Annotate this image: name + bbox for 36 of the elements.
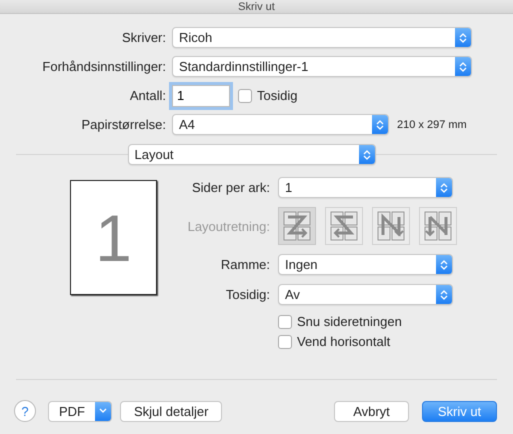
checkbox[interactable]	[238, 88, 252, 102]
stepper-icon	[358, 145, 374, 164]
stepper-icon	[436, 255, 452, 274]
field-label: Layoutretning:	[186, 218, 270, 234]
presets-dropdown[interactable]: Standardinnstillinger-1	[172, 56, 472, 77]
caret-icon	[95, 402, 111, 420]
stepper-icon	[455, 57, 471, 76]
field-label: Papirstørrelse:	[80, 117, 166, 132]
checkbox-label: Tosidig	[257, 88, 298, 103]
stepper-icon	[436, 285, 452, 304]
cancel-button[interactable]: Avbryt	[334, 400, 409, 422]
stepper-icon	[455, 28, 471, 47]
hide-details-button[interactable]: Skjul detaljer	[120, 400, 222, 422]
printer-dropdown[interactable]: Ricoh	[172, 27, 472, 48]
paper-dimensions: 210 x 297 mm	[397, 118, 467, 130]
page-number: 1	[95, 204, 132, 270]
checkbox-label: Snu sideretningen	[297, 314, 402, 329]
field-label: Skriver:	[120, 30, 166, 45]
checkbox-label: Vend horisontalt	[297, 334, 390, 349]
stepper-icon	[436, 178, 452, 197]
field-label: Antall:	[128, 88, 166, 103]
checkbox[interactable]	[278, 314, 292, 328]
field-label: Forhåndsinnstillinger:	[41, 59, 166, 74]
border-dropdown[interactable]: Ingen	[278, 254, 453, 275]
field-label: Tosidig:	[224, 287, 270, 302]
window-title: Skriv ut	[238, 1, 275, 13]
pages-per-sheet-dropdown[interactable]: 1	[278, 177, 453, 198]
field-label: Sider per ark:	[190, 180, 270, 195]
section-dropdown[interactable]: Layout	[128, 144, 376, 165]
help-button[interactable]: ?	[14, 400, 36, 422]
checkbox[interactable]	[278, 334, 292, 348]
stepper-icon	[372, 115, 388, 134]
paper-size-dropdown[interactable]: A4	[172, 114, 389, 135]
two-sided-dropdown[interactable]: Av	[278, 284, 453, 305]
field-label: Ramme:	[220, 257, 270, 272]
pdf-menu-button[interactable]: PDF	[48, 400, 112, 422]
